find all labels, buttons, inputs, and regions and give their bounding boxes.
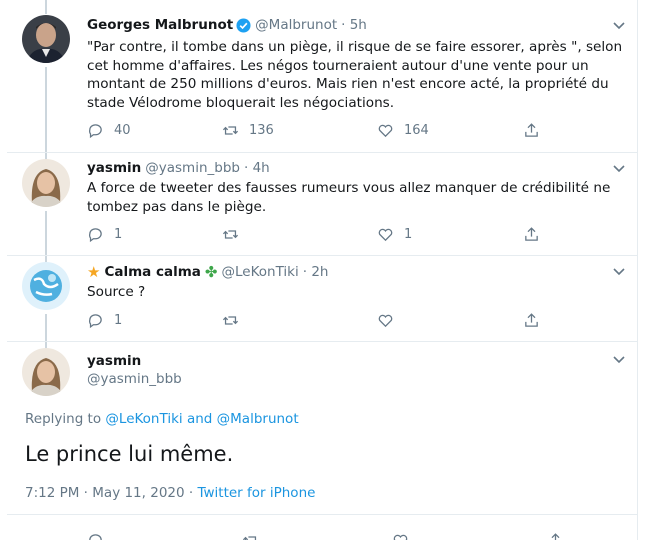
retweet-count: 136 <box>249 122 274 138</box>
like-button[interactable] <box>377 310 394 330</box>
reply-icon <box>89 123 102 138</box>
tweet-meta: 7:12 PM · May 11, 2020 · Twitter for iPh… <box>25 485 315 501</box>
share-button[interactable] <box>547 530 564 540</box>
tweet-text: Le prince lui même. <box>25 442 234 466</box>
reply-button[interactable]: 40 <box>87 120 131 140</box>
replying-to: Replying to @LeKonTiki and @Malbrunot <box>25 411 299 427</box>
like-button[interactable] <box>392 530 409 540</box>
thread-line <box>45 211 47 255</box>
avatar[interactable] <box>22 15 70 63</box>
chevron-down-icon[interactable] <box>612 267 626 277</box>
share-icon <box>525 122 538 137</box>
retweet-button[interactable] <box>222 310 239 330</box>
tweet-georges-malbrunot[interactable]: Georges Malbrunot @Malbrunot · 5h "Par c… <box>7 0 638 152</box>
reply-count: 40 <box>114 122 131 138</box>
reply-count: 1 <box>114 312 123 328</box>
share-button[interactable] <box>523 310 540 330</box>
like-icon <box>378 124 393 137</box>
reply-icon <box>89 227 102 242</box>
reply-button[interactable] <box>87 530 104 540</box>
reply-button[interactable]: 1 <box>87 310 122 330</box>
author-handle[interactable]: @LeKonTiki <box>221 264 298 280</box>
focus-actions <box>87 530 560 540</box>
chevron-down-icon[interactable] <box>612 21 626 31</box>
chevron-down-icon[interactable] <box>612 164 626 174</box>
thread-line <box>45 67 47 152</box>
conversation-panel: Georges Malbrunot @Malbrunot · 5h "Par c… <box>7 0 638 540</box>
verified-badge-icon <box>236 17 251 33</box>
tweet-text: "Par contre, il tombe dans un piège, il … <box>87 39 623 111</box>
replying-and[interactable]: and <box>187 411 212 427</box>
thread-line <box>45 0 47 14</box>
like-icon <box>378 314 393 327</box>
like-icon <box>393 534 408 540</box>
tweet-yasmin[interactable]: yasmin @yasmin_bbb · 4h A force de tweet… <box>7 153 638 255</box>
tweet-text: A force de tweeter des fausses rumeurs v… <box>87 180 611 215</box>
retweet-icon <box>222 315 239 325</box>
chevron-down-icon[interactable] <box>612 355 626 365</box>
retweet-button[interactable] <box>242 530 259 540</box>
author-name[interactable]: yasmin <box>87 353 182 369</box>
like-button[interactable]: 1 <box>377 224 412 244</box>
share-icon <box>551 532 560 540</box>
focused-tweet: yasmin @yasmin_bbb Replying to @LeKonTik… <box>7 342 638 540</box>
avatar[interactable] <box>22 159 70 207</box>
author-name[interactable]: yasmin <box>87 160 141 176</box>
author-handle[interactable]: @yasmin_bbb <box>145 160 240 176</box>
tweet-time[interactable]: · 2h <box>303 264 329 280</box>
retweet-icon <box>242 535 257 540</box>
reply-count: 1 <box>114 226 123 242</box>
author-name[interactable]: Calma calma <box>104 264 200 280</box>
divider <box>7 514 638 515</box>
reply-button[interactable]: 1 <box>87 224 122 244</box>
tweet-text: Source ? <box>87 284 146 300</box>
retweet-icon <box>222 125 239 135</box>
like-count: 1 <box>404 226 413 242</box>
star-icon: ★ <box>87 263 101 281</box>
mention-link[interactable]: @LeKonTiki <box>105 411 182 427</box>
clover-icon: ✤ <box>204 263 218 281</box>
share-button[interactable] <box>523 120 540 140</box>
reply-icon <box>89 313 102 328</box>
like-icon <box>378 228 393 241</box>
author-handle[interactable]: @yasmin_bbb <box>87 371 182 387</box>
retweet-icon <box>222 229 239 239</box>
like-count: 164 <box>404 122 429 138</box>
reply-icon <box>89 533 102 540</box>
thread-line <box>45 314 47 341</box>
tweet-time[interactable]: · 5h <box>341 17 367 33</box>
retweet-button[interactable] <box>222 224 239 244</box>
timestamp[interactable]: 7:12 PM · May 11, 2020 · <box>25 485 193 501</box>
avatar[interactable] <box>22 262 70 310</box>
author-handle[interactable]: @Malbrunot <box>255 17 337 33</box>
tweet-time[interactable]: · 4h <box>244 160 270 176</box>
focus-author[interactable]: yasmin @yasmin_bbb <box>87 353 182 387</box>
share-icon <box>525 226 538 241</box>
author-name[interactable]: Georges Malbrunot <box>87 17 233 33</box>
share-icon <box>525 312 538 327</box>
mention-link[interactable]: @Malbrunot <box>217 411 299 427</box>
like-button[interactable]: 164 <box>377 120 429 140</box>
replying-prefix: Replying to <box>25 411 102 427</box>
retweet-button[interactable]: 136 <box>222 120 274 140</box>
tweet-calma-calma[interactable]: ★ Calma calma ✤ @LeKonTiki · 2h Source ?… <box>7 256 638 341</box>
source-link[interactable]: Twitter for iPhone <box>197 485 315 501</box>
avatar[interactable] <box>22 348 70 396</box>
share-button[interactable] <box>523 224 540 244</box>
